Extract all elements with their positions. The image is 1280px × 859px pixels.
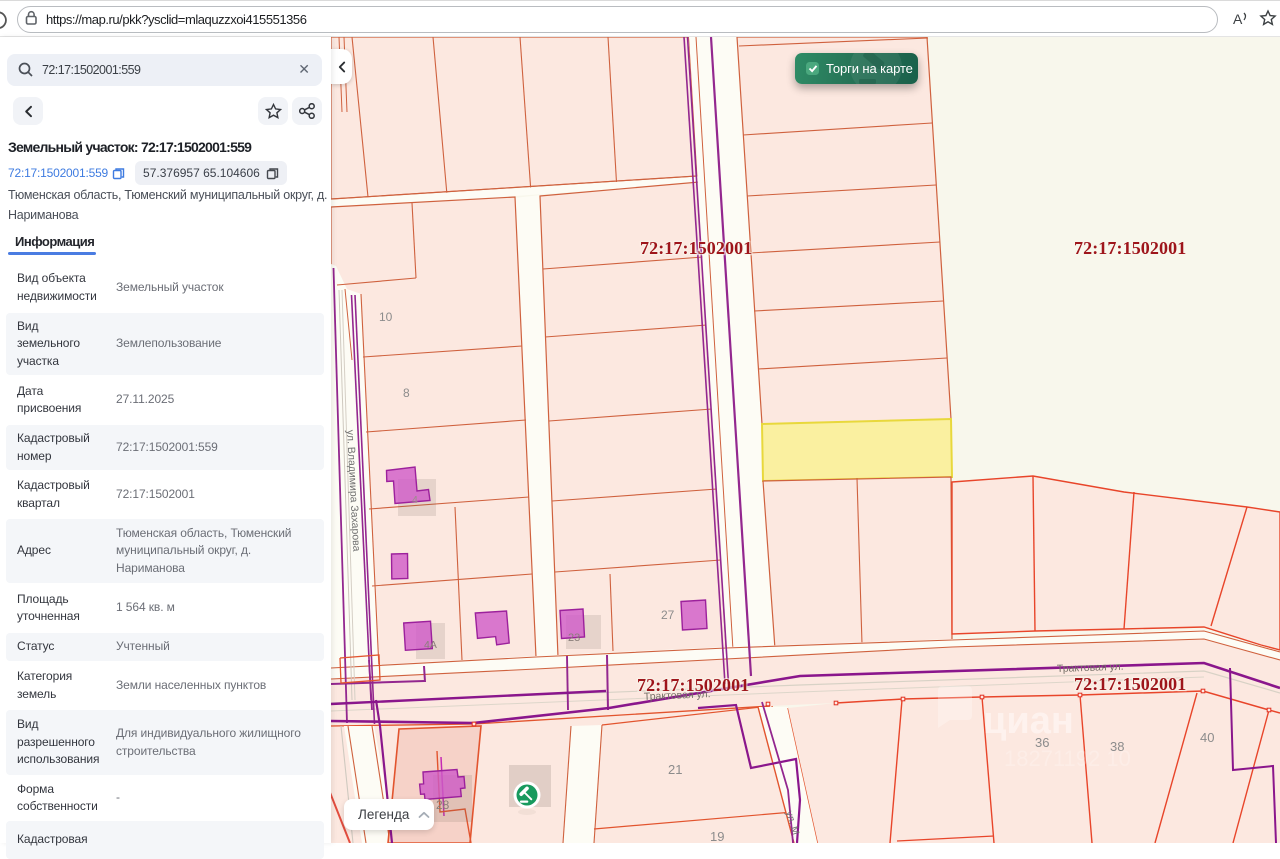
svg-text:23: 23 [568,632,580,644]
svg-text:10: 10 [379,310,393,324]
svg-text:4: 4 [412,494,418,506]
svg-text:A: A [1233,11,1243,27]
svg-text:4А: 4А [424,639,437,651]
svg-text:72:17:1502001: 72:17:1502001 [1074,238,1186,258]
svg-text:8: 8 [403,386,410,400]
svg-text:19: 19 [710,829,724,843]
svg-text:28: 28 [436,798,450,812]
svg-text:72:17:1502001: 72:17:1502001 [1074,674,1186,694]
svg-text:36: 36 [1035,735,1049,750]
svg-text:72:17:1502001: 72:17:1502001 [637,675,749,695]
svg-text:циан: циан [983,700,1074,742]
svg-text:38: 38 [1110,739,1124,754]
svg-text:21: 21 [668,762,682,777]
svg-text:Трактовая ул.: Трактовая ул. [1057,661,1124,675]
svg-text:40: 40 [1200,730,1214,745]
svg-text:72:17:1502001: 72:17:1502001 [640,238,752,258]
svg-text:27: 27 [661,608,675,622]
